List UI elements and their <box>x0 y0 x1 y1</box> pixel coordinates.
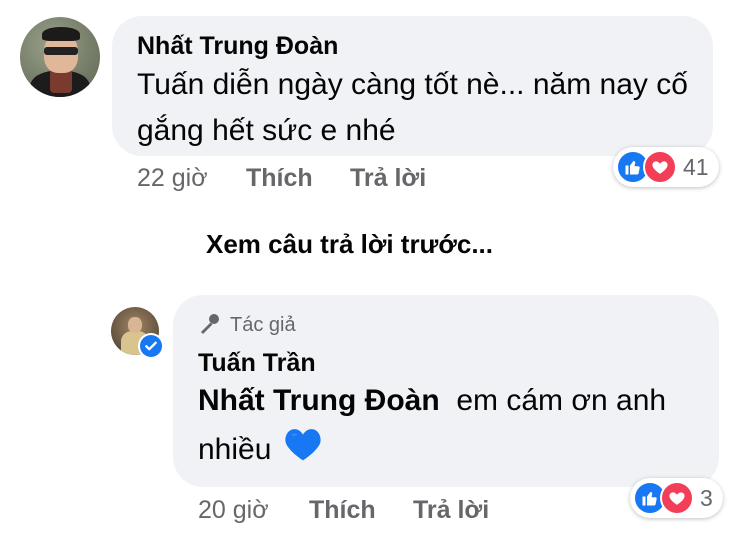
see-previous-replies-link[interactable]: Xem câu trả lời trước... <box>206 229 493 260</box>
love-reaction-icon <box>643 150 677 184</box>
reply-reply-button[interactable]: Trả lời <box>413 496 489 525</box>
reaction-summary[interactable]: 41 <box>613 147 719 187</box>
comment-text: Tuấn diễn ngày càng tốt nè... năm nay cố… <box>137 68 688 147</box>
author-badge-label: Tác giả <box>230 313 296 336</box>
reply-text: em cám ơn anh <box>456 384 667 417</box>
like-button[interactable]: Thích <box>246 164 313 193</box>
reply-reaction-summary[interactable]: 3 <box>630 478 723 518</box>
microphone-icon <box>201 314 219 334</box>
avatar-glasses <box>44 47 78 55</box>
reply-text-line2: nhiều <box>198 426 322 476</box>
author-badge: Tác giả <box>198 313 296 337</box>
comment-timestamp[interactable]: 22 giờ <box>137 164 208 193</box>
reply-reaction-count: 3 <box>700 484 713 511</box>
reply-author-name[interactable]: Tuấn Trần <box>198 349 316 378</box>
avatar-hair <box>42 27 80 41</box>
reply-button[interactable]: Trả lời <box>350 164 426 193</box>
reply-text-continuation: nhiều <box>198 432 272 466</box>
avatar-face <box>128 317 142 333</box>
verified-badge-icon <box>138 333 164 359</box>
reply-timestamp[interactable]: 20 giờ <box>198 496 269 525</box>
reply-text-line1: Nhất Trung Đoàn em cám ơn anh <box>198 378 666 424</box>
comment-author-name[interactable]: Nhất Trung Đoàn <box>137 32 338 61</box>
love-reaction-icon <box>660 481 694 515</box>
reaction-count: 41 <box>683 153 709 180</box>
blue-heart-emoji <box>284 426 322 476</box>
mention-link[interactable]: Nhất Trung Đoàn <box>198 384 440 417</box>
commenter-avatar[interactable] <box>20 17 100 97</box>
reply-like-button[interactable]: Thích <box>309 496 376 525</box>
